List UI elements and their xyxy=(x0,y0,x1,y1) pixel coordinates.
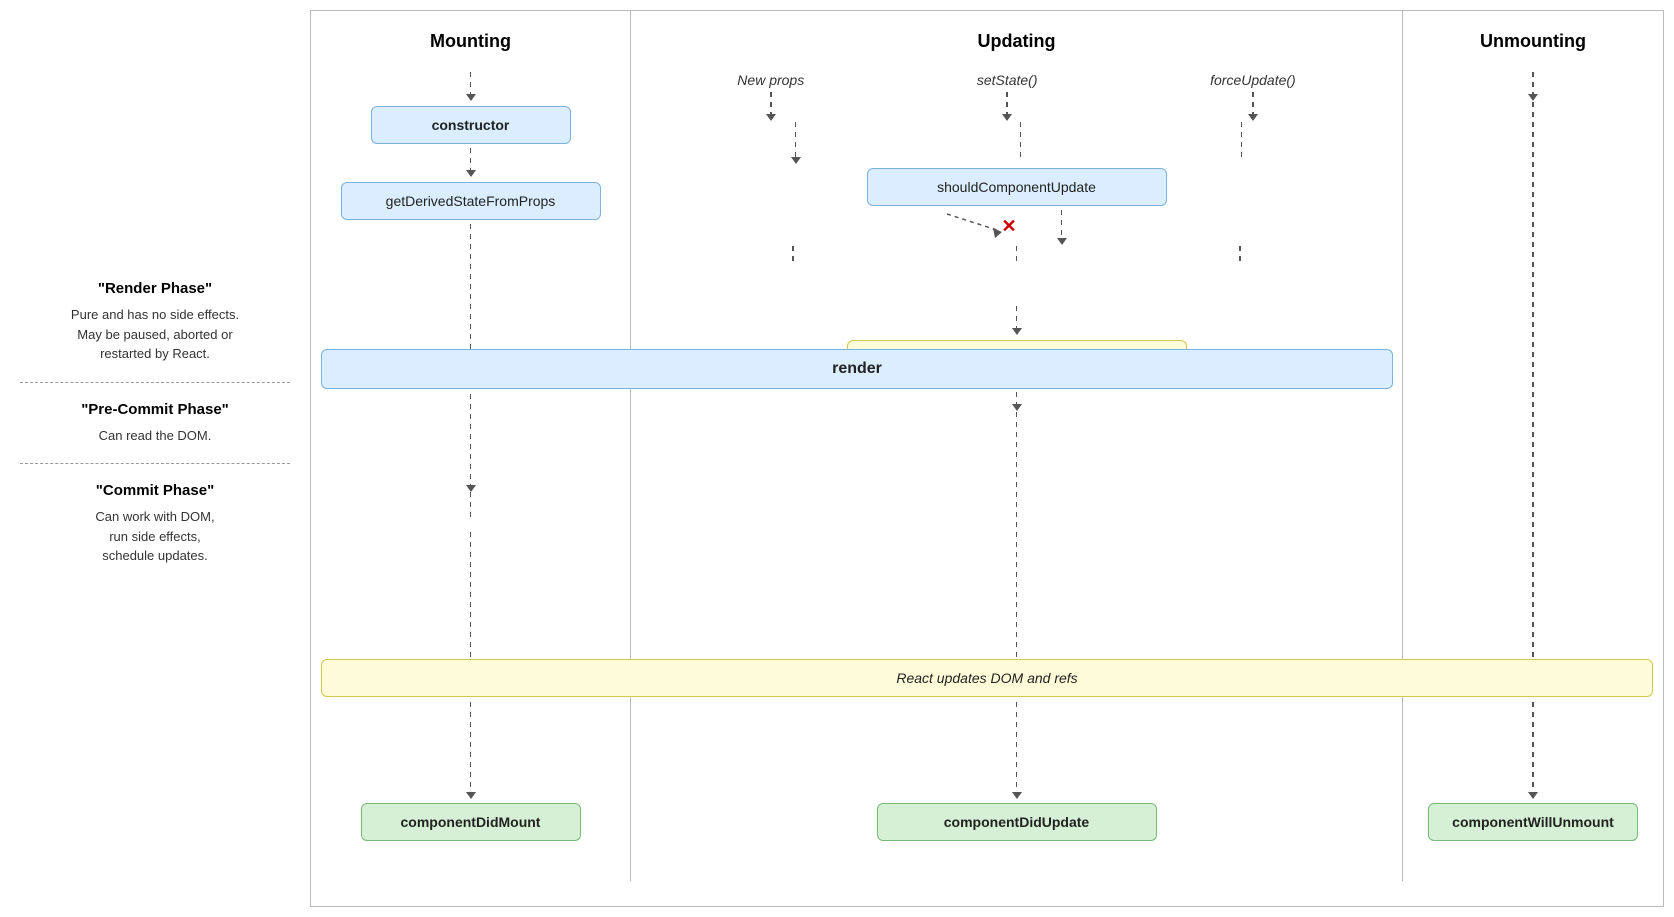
mounting-arrow-to-render xyxy=(466,224,476,492)
false-branch: ✕ xyxy=(867,210,1167,246)
updating-column: Updating New props setState() xyxy=(631,11,1403,881)
commit-phase-label: "Commit Phase" xyxy=(30,482,280,499)
diagram-area: Mounting constructor getDerivedStateFrom… xyxy=(310,10,1664,907)
precommit-phase-desc: Can read the DOM. xyxy=(30,426,280,446)
left-panel: "Render Phase" Pure and has no side effe… xyxy=(0,0,310,917)
mounting-header: Mounting xyxy=(430,31,511,52)
false-cross-icon: ✕ xyxy=(1002,216,1017,237)
updating-header: Updating xyxy=(978,31,1056,52)
render-phase-desc: Pure and has no side effects.May be paus… xyxy=(30,305,280,364)
component-will-unmount-box: componentWillUnmount xyxy=(1428,803,1638,841)
divider-1 xyxy=(20,382,290,383)
unmounting-entry xyxy=(1528,72,1538,102)
mounting-entry-arrow xyxy=(466,72,476,102)
divider-2 xyxy=(20,463,290,464)
render-phase-label: "Render Phase" xyxy=(30,280,280,297)
unmounting-header: Unmounting xyxy=(1480,31,1586,52)
render-phase-section: "Render Phase" Pure and has no side effe… xyxy=(20,280,290,364)
component-did-mount-box: componentDidMount xyxy=(361,803,581,841)
should-component-update-box: shouldComponentUpdate xyxy=(867,168,1167,206)
get-derived-state-box: getDerivedStateFromProps xyxy=(341,182,601,220)
mounting-below-render-line xyxy=(470,492,472,532)
component-did-update-box: componentDidUpdate xyxy=(877,803,1157,841)
updating-triggers: New props setState() forceUpdate() xyxy=(641,72,1392,122)
get-snapshot-before-update-box: getSnapshotBeforeUpdate xyxy=(847,340,1187,378)
mounting-column: Mounting constructor getDerivedStateFrom… xyxy=(311,11,631,881)
arrow-after-constructor xyxy=(466,148,476,178)
trigger-set-state: setState() xyxy=(977,72,1038,122)
unmounting-long-line xyxy=(1528,102,1538,799)
trigger-new-props: New props xyxy=(737,72,804,122)
updating-dom-line xyxy=(1012,412,1022,799)
precommit-phase-section: "Pre-Commit Phase" Can read the DOM. xyxy=(20,401,290,446)
unmounting-column: Unmounting componentWillUnmount xyxy=(1403,11,1663,881)
trigger-force-update: forceUpdate() xyxy=(1210,72,1296,122)
commit-phase-section: "Commit Phase" Can work with DOM,run sid… xyxy=(20,482,290,566)
snapshot-section: getSnapshotBeforeUpdate xyxy=(641,306,1392,412)
precommit-phase-label: "Pre-Commit Phase" xyxy=(30,401,280,418)
commit-phase-desc: Can work with DOM,run side effects,sched… xyxy=(30,507,280,566)
mounting-dom-line xyxy=(466,532,476,800)
constructor-box: constructor xyxy=(371,106,571,144)
